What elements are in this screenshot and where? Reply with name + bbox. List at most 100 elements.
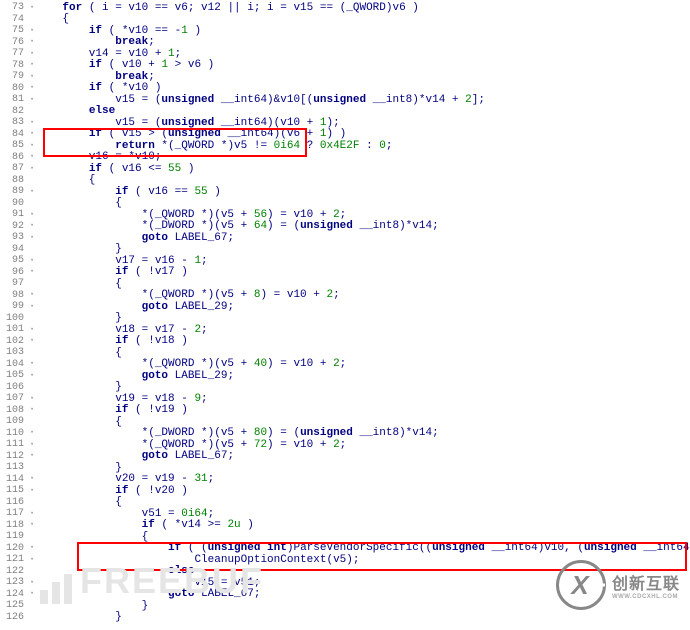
code-line: 81· v15 = (unsigned __int64)&v10[(unsign…: [0, 94, 690, 106]
code-text: {: [36, 278, 690, 290]
code-text: break;: [36, 71, 690, 83]
breakpoint-gutter: ·: [28, 25, 36, 37]
line-number: 90: [0, 198, 28, 209]
code-line: 125 }: [0, 600, 690, 612]
line-number: 112: [0, 451, 28, 462]
code-text: *(_QWORD *)(v5 + 8) = v10 + 2;: [36, 289, 690, 301]
breakpoint-gutter: ·: [28, 163, 36, 175]
breakpoint-gutter: ·: [28, 48, 36, 60]
breakpoint-gutter: ·: [28, 324, 36, 336]
code-line: 108· if ( !v19 ): [0, 405, 690, 417]
code-line: 90 {: [0, 198, 690, 210]
breakpoint-gutter: ·: [28, 301, 36, 313]
line-number: 103: [0, 347, 28, 358]
code-text: if ( v10 + 1 > v6 ): [36, 59, 690, 71]
breakpoint-gutter: ·: [28, 94, 36, 106]
line-number: 119: [0, 531, 28, 542]
code-text: *(_QWORD *)(v5 + 56) = v10 + 2;: [36, 209, 690, 221]
code-text: if ( v16 <= 55 ): [36, 163, 690, 175]
breakpoint-gutter: ·: [28, 255, 36, 267]
code-line: 115· if ( !v20 ): [0, 485, 690, 497]
code-text: v15 = v51;: [36, 577, 690, 589]
line-number: 76: [0, 37, 28, 48]
breakpoint-gutter: ·: [28, 358, 36, 370]
code-line: 88 {: [0, 175, 690, 187]
breakpoint-gutter: ·: [28, 393, 36, 405]
code-line: 101· v18 = v17 - 2;: [0, 324, 690, 336]
code-line: 100 }: [0, 313, 690, 325]
code-text: goto LABEL_67;: [36, 450, 690, 462]
line-number: 110: [0, 428, 28, 439]
code-text: {: [36, 174, 690, 186]
code-text: v20 = v19 - 31;: [36, 473, 690, 485]
line-number: 117: [0, 508, 28, 519]
line-number: 108: [0, 405, 28, 416]
code-text: if ( !v18 ): [36, 335, 690, 347]
code-text: if ( !v20 ): [36, 485, 690, 497]
line-number: 92: [0, 221, 28, 232]
code-line: 75· if ( *v10 == -1 ): [0, 25, 690, 37]
line-number: 101: [0, 324, 28, 335]
code-line: 77· v14 = v10 + 1;: [0, 48, 690, 60]
code-text: {: [36, 197, 690, 209]
line-number: 87: [0, 163, 28, 174]
code-line: 126 }: [0, 612, 690, 624]
line-number: 118: [0, 520, 28, 531]
line-number: 91: [0, 209, 28, 220]
code-text: if ( !v17 ): [36, 266, 690, 278]
line-number: 73: [0, 2, 28, 13]
code-line: 83· v15 = (unsigned __int64)(v10 + 1);: [0, 117, 690, 129]
code-text: v15 = (unsigned __int64)&v10[(unsigned _…: [36, 94, 690, 106]
code-text: {: [36, 416, 690, 428]
line-number: 113: [0, 462, 28, 473]
breakpoint-gutter: ·: [28, 151, 36, 163]
code-text: if ( *v14 >= 2u ): [36, 519, 690, 531]
line-number: 107: [0, 393, 28, 404]
breakpoint-gutter: ·: [28, 209, 36, 221]
code-text: }: [36, 381, 690, 393]
line-number: 122: [0, 566, 28, 577]
breakpoint-gutter: ·: [28, 370, 36, 382]
code-text: v14 = v10 + 1;: [36, 48, 690, 60]
code-line: 119 {: [0, 531, 690, 543]
line-number: 83: [0, 117, 28, 128]
breakpoint-gutter: ·: [28, 485, 36, 497]
code-line: 123· v15 = v51;: [0, 577, 690, 589]
code-text: *(_DWORD *)(v5 + 64) = (unsigned __int8)…: [36, 220, 690, 232]
breakpoint-gutter: ·: [28, 473, 36, 485]
code-line: 98· *(_QWORD *)(v5 + 8) = v10 + 2;: [0, 290, 690, 302]
code-line: 116 {: [0, 497, 690, 509]
code-text: v18 = v17 - 2;: [36, 324, 690, 336]
code-line: 76· break;: [0, 37, 690, 49]
line-number: 93: [0, 232, 28, 243]
breakpoint-gutter: ·: [28, 554, 36, 566]
code-text: break;: [36, 36, 690, 48]
line-number: 120: [0, 543, 28, 554]
line-number: 125: [0, 600, 28, 611]
code-line: 124· goto LABEL_67;: [0, 589, 690, 601]
code-line: 111· *(_QWORD *)(v5 + 72) = v10 + 2;: [0, 439, 690, 451]
code-line: 87· if ( v16 <= 55 ): [0, 163, 690, 175]
code-line: 109 {: [0, 416, 690, 428]
code-line: 91· *(_QWORD *)(v5 + 56) = v10 + 2;: [0, 209, 690, 221]
line-number: 116: [0, 497, 28, 508]
code-text: for ( i = v10 == v6; v12 || i; i = v15 =…: [36, 2, 690, 14]
breakpoint-gutter: ·: [28, 508, 36, 520]
code-text: if ( !v19 ): [36, 404, 690, 416]
code-text: {: [36, 347, 690, 359]
breakpoint-gutter: ·: [28, 71, 36, 83]
line-number: 114: [0, 474, 28, 485]
code-text: else: [36, 105, 690, 117]
code-line: 95· v17 = v16 - 1;: [0, 255, 690, 267]
code-line: 114· v20 = v19 - 31;: [0, 474, 690, 486]
line-number: 75: [0, 25, 28, 36]
line-number: 109: [0, 416, 28, 427]
breakpoint-gutter: ·: [28, 427, 36, 439]
line-number: 111: [0, 439, 28, 450]
breakpoint-gutter: ·: [28, 542, 36, 554]
line-number: 96: [0, 267, 28, 278]
line-number: 88: [0, 175, 28, 186]
line-number: 78: [0, 60, 28, 71]
code-line: 113 }: [0, 462, 690, 474]
code-line: 96· if ( !v17 ): [0, 267, 690, 279]
